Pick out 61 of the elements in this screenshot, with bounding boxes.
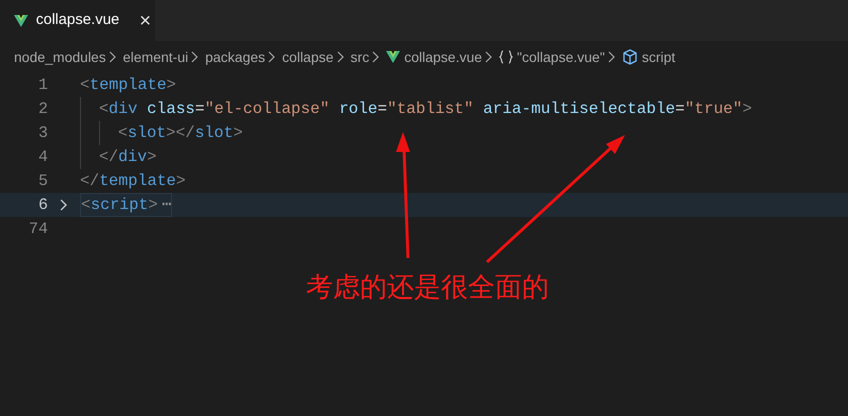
code-token: ></ (166, 123, 195, 144)
code-token: </ (99, 147, 118, 168)
annotation-text: 考虑的还是很全面的 (306, 271, 549, 305)
code-token: class (146, 99, 196, 120)
code-token: slot (194, 123, 234, 144)
breadcrumb-item[interactable]: node_modules (14, 46, 106, 68)
code-token: div (118, 147, 148, 168)
chevron-right-icon (608, 51, 615, 63)
chevron-right-icon (108, 51, 116, 63)
breadcrumb-item[interactable]: src (350, 46, 370, 68)
code-token: > (233, 123, 243, 144)
code-token: < (81, 195, 91, 216)
breadcrumb-item[interactable]: collapse (282, 46, 334, 68)
code-token: > (176, 171, 186, 192)
code-token: < (80, 75, 90, 96)
code-token: template (99, 171, 176, 192)
chevron-right-icon (191, 51, 198, 63)
code-token: div (108, 99, 138, 120)
code-token: template (90, 75, 166, 96)
breadcrumb-item[interactable]: collapse.vue (404, 46, 482, 68)
chevron-right-icon (372, 51, 380, 63)
cube-icon (622, 49, 638, 65)
code-token: > (166, 75, 176, 96)
vue-logo-icon (386, 51, 400, 63)
code-token: </ (80, 171, 100, 192)
code-token: = (195, 99, 205, 120)
code-token: = (377, 99, 388, 120)
line-number: 5 (37, 171, 48, 192)
code-token: "el-collapse" (204, 99, 330, 120)
code-token: slot (128, 123, 166, 144)
line-number: 3 (37, 123, 48, 144)
breadcrumb-item[interactable]: script (642, 46, 676, 68)
code-token: script (90, 195, 148, 216)
breadcrumb-item[interactable]: element-ui (122, 46, 188, 68)
breadcrumb-item[interactable]: packages (205, 46, 266, 68)
breadcrumb-item[interactable]: "collapse.vue" (517, 46, 605, 68)
line-number: 1 (37, 75, 48, 96)
line-number: 4 (37, 147, 48, 168)
code-token: aria-multiselectable (482, 99, 676, 120)
chevron-right-icon (336, 51, 344, 63)
line-number: 2 (37, 99, 48, 120)
line-number: 6 (37, 195, 48, 216)
braces-icon (499, 50, 514, 64)
code-token: > (742, 99, 752, 120)
code-token: "true" (684, 99, 742, 120)
fold-ellipsis[interactable]: ⋯ (162, 193, 172, 217)
chevron-right-icon (268, 51, 276, 63)
code-token: = (675, 99, 685, 120)
code-token: role (338, 99, 378, 120)
editor-tab[interactable]: collapse.vue × (0, 0, 155, 41)
code-token: > (147, 147, 157, 168)
close-button[interactable]: × (139, 10, 152, 30)
code-token: "tablist" (387, 99, 474, 120)
chevron-right-icon (485, 51, 492, 63)
chevron-right-icon[interactable] (60, 199, 68, 211)
code-token: < (99, 99, 109, 120)
tab-title: collapse.vue (36, 10, 120, 30)
code-token: > (148, 195, 158, 216)
line-number: 74 (28, 219, 48, 240)
vue-logo-icon (14, 14, 28, 26)
code-token: < (118, 123, 128, 144)
